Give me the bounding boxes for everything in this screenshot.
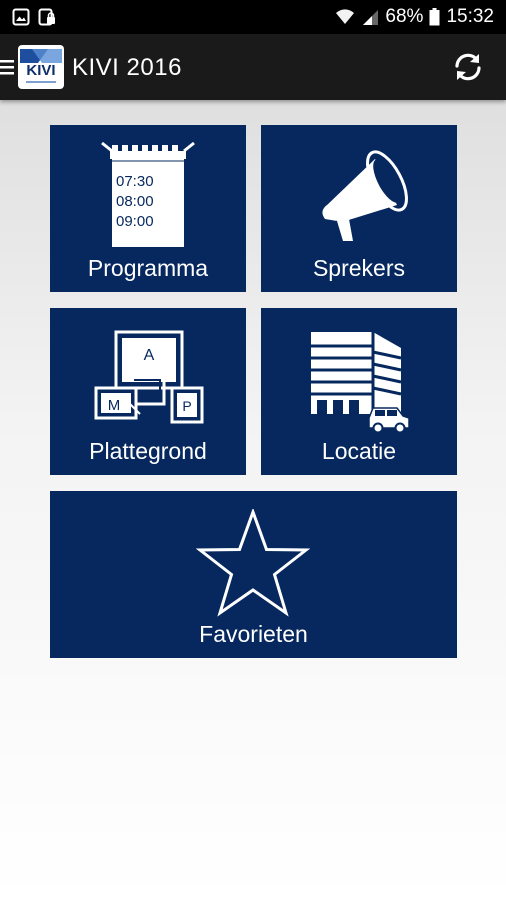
- room-label-p: P: [182, 398, 191, 414]
- status-left-icons: [12, 8, 56, 26]
- status-time: 15:32: [446, 6, 494, 27]
- tile-favorieten[interactable]: Favorieten: [50, 491, 457, 658]
- star-icon: [196, 509, 310, 617]
- floorplan-icon: A M P: [94, 330, 204, 424]
- building-car-icon: [311, 332, 410, 434]
- tile-sprekers[interactable]: Sprekers: [261, 125, 457, 292]
- logo-text: KIVI: [26, 62, 56, 79]
- tile-label-plattegrond: Plattegrond: [89, 438, 207, 464]
- status-right: 68% 15:32: [335, 6, 494, 28]
- schedule-icon: 07:30 08:00 09:00: [101, 141, 195, 247]
- tile-plattegrond[interactable]: A M P Plattegrond: [50, 308, 246, 475]
- schedule-time-3: 09:00: [116, 213, 154, 230]
- schedule-time-1: 07:30: [116, 173, 154, 190]
- tile-label-programma: Programma: [87, 255, 209, 281]
- image-icon: [12, 8, 30, 26]
- tile-programma[interactable]: 07:30 08:00 09:00 Programma: [50, 125, 246, 292]
- tile-label-favorieten: Favorieten: [199, 621, 308, 647]
- lock-notification-icon: [38, 8, 55, 26]
- tile-label-sprekers: Sprekers: [312, 255, 406, 281]
- room-label-a: A: [144, 347, 155, 364]
- wifi-icon: [336, 9, 355, 24]
- schedule-time-2: 08:00: [116, 193, 154, 210]
- room-label-m: M: [108, 397, 121, 414]
- logo-underline: [26, 81, 56, 83]
- status-bar: 68% 15:32: [0, 0, 506, 34]
- tile-locatie[interactable]: Locatie: [261, 308, 457, 475]
- battery-percent: 68%: [385, 6, 424, 27]
- app-title: KIVI 2016: [72, 54, 182, 81]
- signal-icon: [363, 10, 379, 25]
- battery-icon: [429, 8, 440, 26]
- megaphone-icon: [322, 150, 408, 241]
- app-bar: KIVI KIVI 2016: [0, 34, 506, 100]
- hamburger-menu-icon[interactable]: [0, 59, 14, 75]
- tile-label-locatie: Locatie: [321, 438, 397, 464]
- refresh-icon[interactable]: [450, 49, 486, 85]
- app-logo[interactable]: KIVI: [18, 45, 64, 89]
